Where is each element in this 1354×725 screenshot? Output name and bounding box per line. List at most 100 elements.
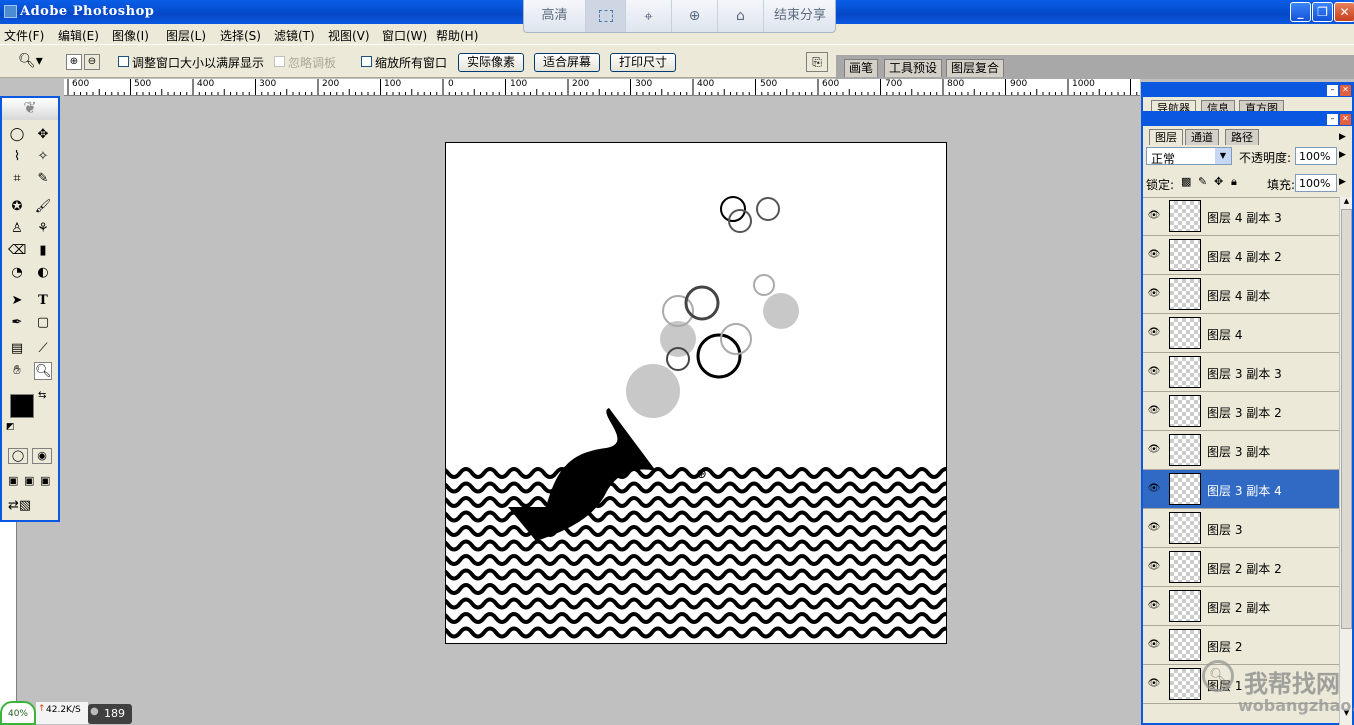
zoom-tool-preset-icon[interactable]: 🔍︎▾ [18, 53, 43, 69]
standard-mode-icon[interactable]: ◯ [8, 448, 28, 464]
layer-row[interactable]: 👁︎ 图层 4 副本 3 [1143, 197, 1339, 236]
screen-mode-full-menu-icon[interactable]: ▣ [24, 474, 34, 487]
hd-button[interactable]: 高清 [524, 0, 586, 32]
screen-mode-full-icon[interactable]: ▣ [40, 474, 50, 487]
opacity-input[interactable]: 100% [1295, 147, 1337, 165]
layer-row[interactable]: 👁︎ 图层 3 副本 2 [1143, 392, 1339, 431]
zoom-out-icon[interactable]: ⊖ [84, 54, 100, 70]
eye-icon[interactable]: 👁︎ [1147, 600, 1161, 612]
slice-tool-icon[interactable]: ✎ [34, 170, 52, 188]
jump-to-imageready-icon[interactable]: ⇄▧ [8, 498, 31, 513]
lock-all-icon[interactable]: 🔒︎ [1231, 175, 1237, 189]
eye-icon[interactable]: 👁︎ [1147, 249, 1161, 261]
menu-select[interactable]: 选择(S) [220, 27, 261, 44]
eye-icon[interactable]: 👁︎ [1147, 678, 1161, 690]
close-button[interactable]: ✕ [1334, 2, 1354, 22]
end-share-button[interactable]: 结束分享 [764, 0, 836, 32]
menu-view[interactable]: 视图(V) [328, 27, 370, 44]
menu-window[interactable]: 窗口(W) [382, 27, 427, 44]
default-colors-icon[interactable]: ◩ [6, 422, 15, 432]
healing-brush-tool-icon[interactable]: ✪ [8, 198, 26, 216]
eyedropper-tool-icon[interactable]: ⟋ [34, 340, 52, 358]
blur-tool-icon[interactable]: ◔ [8, 264, 26, 282]
eye-icon[interactable]: 👁︎ [1147, 639, 1161, 651]
panel-close-icon[interactable]: ✕ [1340, 85, 1351, 96]
panel-minimize-icon[interactable]: – [1327, 114, 1338, 125]
layer-row[interactable]: 👁︎ 图层 3 副本 3 [1143, 353, 1339, 392]
fit-screen-button[interactable]: 适合屏幕 [534, 53, 600, 72]
scrollbar-thumb[interactable] [1341, 209, 1352, 629]
move-tool-icon[interactable]: ✥ [34, 126, 52, 144]
menu-filter[interactable]: 滤镜(T) [274, 27, 315, 44]
minimize-button[interactable]: _ [1290, 2, 1311, 22]
palette-well-icon[interactable]: ⎘ [806, 52, 828, 72]
marquee-tool-icon[interactable]: ◯ [8, 126, 26, 144]
lock-position-icon[interactable]: ✥ [1214, 175, 1223, 188]
panel-close-icon[interactable]: ✕ [1340, 114, 1351, 125]
region-select-button[interactable] [586, 0, 626, 32]
panel-menu-icon[interactable]: ▶ [1339, 132, 1346, 142]
dodge-tool-icon[interactable]: ◐ [34, 264, 52, 282]
eye-icon[interactable]: 👁︎ [1147, 561, 1161, 573]
eye-icon[interactable]: 👁︎ [1147, 366, 1161, 378]
eye-icon[interactable]: 👁︎ [1147, 327, 1161, 339]
zoom-share-button[interactable]: ⊕ [672, 0, 718, 32]
menu-file[interactable]: 文件(F) [4, 27, 44, 44]
restore-button[interactable]: ❐ [1312, 2, 1333, 22]
lock-transparency-icon[interactable]: ▩ [1181, 175, 1191, 188]
layer-row[interactable]: 👁︎ 图层 4 副本 [1143, 275, 1339, 314]
zoom-in-icon[interactable]: ⊕ [66, 54, 82, 70]
gradient-tool-icon[interactable]: ▮ [34, 242, 52, 260]
type-tool-icon[interactable]: T [34, 292, 52, 310]
scroll-up-icon[interactable]: ▲ [1341, 197, 1352, 209]
layer-row[interactable]: 👁︎ 图层 4 [1143, 314, 1339, 353]
menu-layer[interactable]: 图层(L) [166, 27, 206, 44]
screen-mode-standard-icon[interactable]: ▣ [8, 474, 18, 487]
layer-row[interactable]: 👁︎ 图层 4 副本 2 [1143, 236, 1339, 275]
swap-colors-icon[interactable]: ⇆ [38, 390, 46, 401]
layer-row[interactable]: 👁︎ 图层 2 副本 [1143, 587, 1339, 626]
eye-icon[interactable]: 👁︎ [1147, 288, 1161, 300]
stamp-tool-icon[interactable]: ♙ [8, 220, 26, 238]
ignore-palettes-checkbox[interactable] [274, 56, 285, 67]
brush-tool-icon[interactable]: 🖌︎ [34, 198, 52, 216]
crosshair-button[interactable]: ⌖ [626, 0, 672, 32]
eraser-tool-icon[interactable]: ⌫ [8, 242, 26, 260]
eye-icon[interactable]: 👁︎ [1147, 483, 1161, 495]
eye-icon[interactable]: 👁︎ [1147, 405, 1161, 417]
tab-brushes[interactable]: 画笔 [844, 59, 879, 77]
menu-help[interactable]: 帮助(H) [436, 27, 478, 44]
notes-tool-icon[interactable]: ▤ [8, 340, 26, 358]
magic-wand-tool-icon[interactable]: ✧ [34, 148, 52, 166]
layer-row[interactable]: 👁︎ 图层 3 [1143, 509, 1339, 548]
tab-layer-comps[interactable]: 图层复合 [946, 59, 1005, 77]
hand-tool-icon[interactable]: ✋︎ [8, 362, 26, 380]
tab-layers[interactable]: 图层 [1149, 129, 1183, 145]
fill-slider-arrow-icon[interactable]: ▶ [1339, 177, 1346, 187]
quick-mask-icon[interactable]: ◉ [32, 448, 52, 464]
lock-pixels-icon[interactable]: ✎ [1198, 175, 1207, 188]
tab-channels[interactable]: 通道 [1185, 129, 1219, 145]
crop-tool-icon[interactable]: ⌗ [8, 170, 26, 188]
document-canvas[interactable]: ⊕ [445, 142, 947, 644]
actual-pixels-button[interactable]: 实际像素 [458, 53, 524, 72]
layer-row-selected[interactable]: 👁︎ 图层 3 副本 4 [1143, 470, 1339, 509]
tab-paths[interactable]: 路径 [1225, 129, 1259, 145]
menu-edit[interactable]: 编辑(E) [58, 27, 99, 44]
home-button[interactable]: ⌂ [718, 0, 764, 32]
layer-row[interactable]: 👁︎ 图层 2 副本 2 [1143, 548, 1339, 587]
pen-tool-icon[interactable]: ✒ [8, 314, 26, 332]
path-selection-tool-icon[interactable]: ➤ [8, 292, 26, 310]
lasso-tool-icon[interactable]: ⌇ [8, 148, 26, 166]
panel-minimize-icon[interactable]: – [1327, 85, 1338, 96]
zoom-tool-icon[interactable]: 🔍︎ [34, 362, 52, 380]
blend-mode-select[interactable]: 正常 ▼ [1146, 147, 1232, 166]
history-brush-tool-icon[interactable]: ⚘ [34, 220, 52, 238]
resize-window-checkbox[interactable] [118, 56, 129, 67]
eye-icon[interactable]: 👁︎ [1147, 210, 1161, 222]
tab-tool-presets[interactable]: 工具预设 [884, 59, 943, 77]
zoom-all-windows-checkbox[interactable] [361, 56, 372, 67]
fill-input[interactable]: 100% [1295, 174, 1337, 192]
layers-scrollbar[interactable]: ▲ ▼ [1339, 197, 1352, 725]
print-size-button[interactable]: 打印尺寸 [610, 53, 676, 72]
